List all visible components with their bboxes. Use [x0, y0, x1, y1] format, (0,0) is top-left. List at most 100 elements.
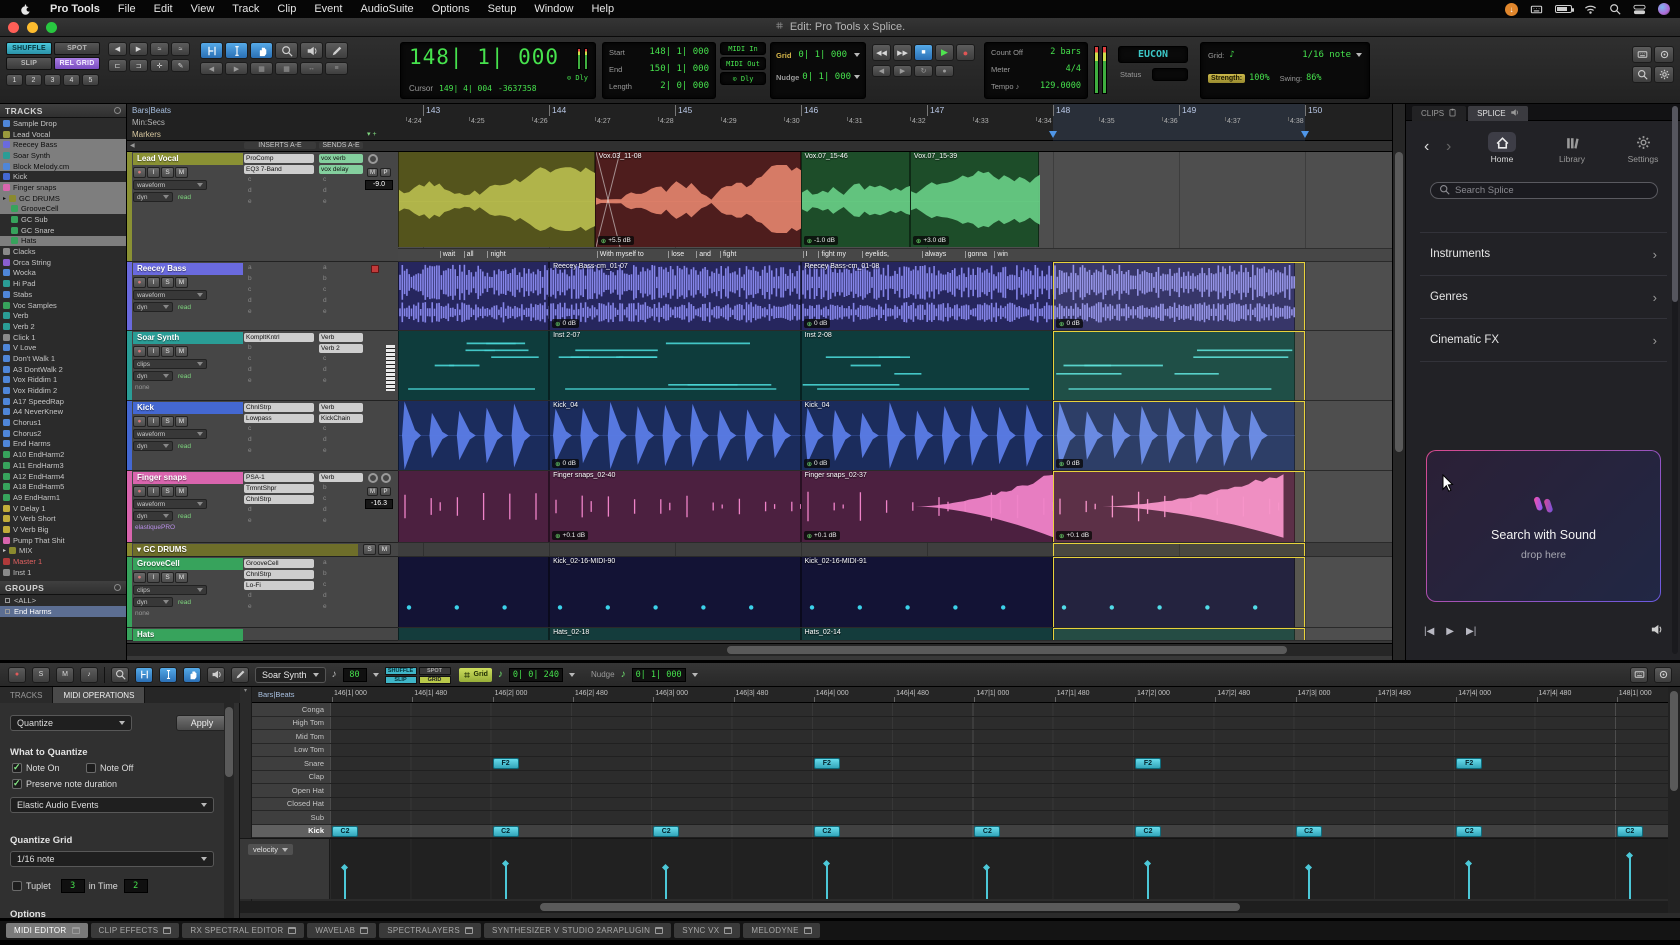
target-icon[interactable]	[1654, 46, 1674, 63]
velocity-handle[interactable]	[983, 864, 990, 871]
elastic-audio-plugin[interactable]: none	[135, 384, 149, 391]
send-slot-b[interactable]: b	[323, 275, 327, 282]
clip-inst-2-07[interactable]: Inst 2-07	[549, 331, 800, 400]
velocity-lane-selector[interactable]: velocity	[248, 844, 293, 855]
toolbar-option-2[interactable]: ▶	[225, 62, 248, 75]
clip-kick-02-16-midi-91[interactable]: Kick_02-16-MIDI-91	[801, 557, 1053, 627]
menu-file[interactable]: File	[109, 0, 145, 18]
send-slot-e[interactable]: e	[323, 447, 327, 454]
sidebar-track-don-t-walk-1[interactable]: Don't Walk 1	[0, 353, 126, 364]
midi-note-snare-1[interactable]: F2	[493, 758, 519, 769]
toolbar-option-3[interactable]: ▦	[250, 62, 273, 75]
track-name[interactable]: Kick	[133, 402, 243, 414]
lyric-clip[interactable]: fight	[720, 251, 736, 258]
operation-select[interactable]: Quantize	[10, 715, 132, 731]
clip-gain-badge[interactable]: ⊕+5.5 dB	[598, 236, 634, 245]
track-input-monitor-button[interactable]: I	[147, 167, 160, 178]
record-button[interactable]: ●	[8, 667, 26, 683]
track-name[interactable]: ▾ GC DRUMS	[133, 544, 358, 556]
apple-menu[interactable]	[10, 0, 41, 18]
velocity-handle[interactable]	[1305, 864, 1312, 871]
clip-kick-02-16-midi-90[interactable]: Kick_02-16-MIDI-90	[549, 557, 800, 627]
clip-hats-02-14[interactable]: Hats_02-14	[801, 628, 1053, 640]
midi-input-icon[interactable]	[1630, 667, 1648, 683]
ruler-label-bars-beats[interactable]: Bars|Beats	[132, 106, 171, 115]
velocity-handle[interactable]	[1465, 860, 1472, 867]
insert-slot-e[interactable]: e	[248, 447, 252, 454]
nudge-value[interactable]: 0| 1| 000	[802, 72, 851, 82]
sidebar-track-mix[interactable]: ▸MIX	[0, 546, 126, 557]
track-lane-finger-snaps[interactable]: Finger snaps_02-40⊕+0.1 dBFinger snaps_0…	[398, 471, 1392, 543]
note-on-checkbox[interactable]	[12, 763, 22, 773]
midi-note-kick-4[interactable]: C2	[974, 826, 1000, 837]
sidebar-track-lead-vocal[interactable]: Lead Vocal	[0, 129, 126, 140]
scrubber-tool[interactable]	[207, 667, 225, 683]
sidebar-track-clacks[interactable]: Clacks	[0, 246, 126, 257]
sidebar-track-chorus2[interactable]: Chorus2	[0, 428, 126, 439]
tuplet-d-field[interactable]: 2	[124, 879, 148, 893]
transport-extra-3[interactable]: ↻	[914, 65, 933, 77]
sidebar-track-stabs[interactable]: Stabs	[0, 289, 126, 300]
track-solo-button[interactable]: S	[161, 416, 174, 427]
velocity-stem[interactable]	[665, 868, 667, 899]
main-counter[interactable]: 148| 1| 000	[409, 45, 559, 69]
clip-vox-03-11-08[interactable]: Vox.03_11-08	[595, 152, 801, 247]
drum-lane-label-clap[interactable]: Clap	[252, 771, 330, 785]
velocity-stem[interactable]	[986, 868, 988, 899]
sidebar-track-verb-2[interactable]: Verb 2	[0, 321, 126, 332]
spotlight-icon[interactable]	[1609, 3, 1621, 15]
skip-back-button[interactable]: |◀	[1424, 626, 1434, 637]
lyric-clip[interactable]: I	[803, 251, 808, 258]
drum-lane-label-closed-hat[interactable]: Closed Hat	[252, 798, 330, 812]
insert-slot-c[interactable]: ChnlStrp	[244, 495, 314, 504]
insert-slot-d[interactable]: d	[248, 187, 252, 194]
play-button[interactable]: ▶	[1446, 626, 1454, 637]
send-slot-c[interactable]: c	[323, 425, 326, 432]
edit-selection-start[interactable]: 148| 1| 000	[649, 47, 709, 57]
default-velocity-field[interactable]: 80	[343, 668, 367, 682]
zoom-preset-2[interactable]: 2	[25, 74, 42, 86]
insert-slot-d[interactable]: d	[248, 366, 252, 373]
menu-view[interactable]: View	[182, 0, 224, 18]
grid-value[interactable]: 0| 1| 000	[798, 50, 847, 60]
selector-tool[interactable]	[225, 42, 248, 59]
midi-note-kick-7[interactable]: C2	[1456, 826, 1482, 837]
tab-midi-operations[interactable]: MIDI OPERATIONS	[53, 687, 145, 703]
clip-gain-badge[interactable]: ⊕-1.0 dB	[804, 236, 838, 245]
trimmer-tool[interactable]	[200, 42, 223, 59]
sidebar-track-chorus1[interactable]: Chorus1	[0, 417, 126, 428]
velocity-stem[interactable]	[1308, 868, 1310, 899]
track-lane-kick[interactable]: Kick_04⊕0 dBKick_04⊕0 dB⊕0 dB	[398, 401, 1392, 471]
track-lane-gc-drums[interactable]	[398, 543, 1392, 557]
midi-note-kick-0[interactable]: C2	[332, 826, 358, 837]
track-mute-button[interactable]: M	[175, 486, 188, 497]
volume-icon[interactable]	[1650, 623, 1663, 639]
splice-nav-settings[interactable]: Settings	[1619, 132, 1667, 164]
send-slot-a[interactable]: Verb	[319, 333, 363, 342]
clip-hats-02-18[interactable]: Hats_02-18	[549, 628, 800, 640]
target-icon[interactable]	[1654, 667, 1672, 683]
toolbar-select-mini[interactable]: ⊐	[129, 59, 148, 72]
lyric-clip[interactable]: all	[464, 251, 474, 258]
send-slot-b[interactable]: Verb 2	[319, 344, 363, 353]
window-tab-midi-editor[interactable]: MIDI EDITOR	[6, 923, 88, 938]
clip-gain-badge[interactable]: ⊕0 dB	[804, 459, 831, 468]
group-all[interactable]: <ALL>	[0, 595, 126, 606]
sidebar-track-groovecell[interactable]: GrooveCell	[0, 204, 126, 215]
sidebar-track-click-1[interactable]: Click 1	[0, 332, 126, 343]
lyric-clip[interactable]: eyelids,	[862, 251, 889, 258]
clip-vox-07-15-46[interactable]: Vox.07_15-46	[801, 152, 910, 247]
velocity-stem[interactable]	[505, 864, 507, 899]
clip-gain-badge[interactable]: ⊕0 dB	[552, 319, 579, 328]
insert-slot-a[interactable]: ChnlStrp	[244, 403, 314, 412]
mini-keyboard[interactable]	[386, 345, 395, 391]
track-lane-lead-vocal[interactable]: Vox.03_11-08⊕+5.5 dB Vox.07_15-46⊕-1.0 dB…	[398, 152, 1392, 262]
drum-grid[interactable]: F2F2F2F2C2C2C2C2C2C2C2C2C2	[330, 703, 1668, 838]
track-record-arm-button[interactable]: ●	[133, 416, 146, 427]
lyric-clip[interactable]: fight my	[818, 251, 846, 258]
window-tab-rx-spectral-editor[interactable]: RX SPECTRAL EDITOR	[182, 923, 304, 938]
midi-note-kick-1[interactable]: C2	[493, 826, 519, 837]
panel-tab-clips[interactable]: CLIPS	[1412, 106, 1466, 121]
sidebar-track-hi-pad[interactable]: Hi Pad	[0, 278, 126, 289]
insert-slot-b[interactable]: EQ3 7-Band	[244, 165, 314, 174]
